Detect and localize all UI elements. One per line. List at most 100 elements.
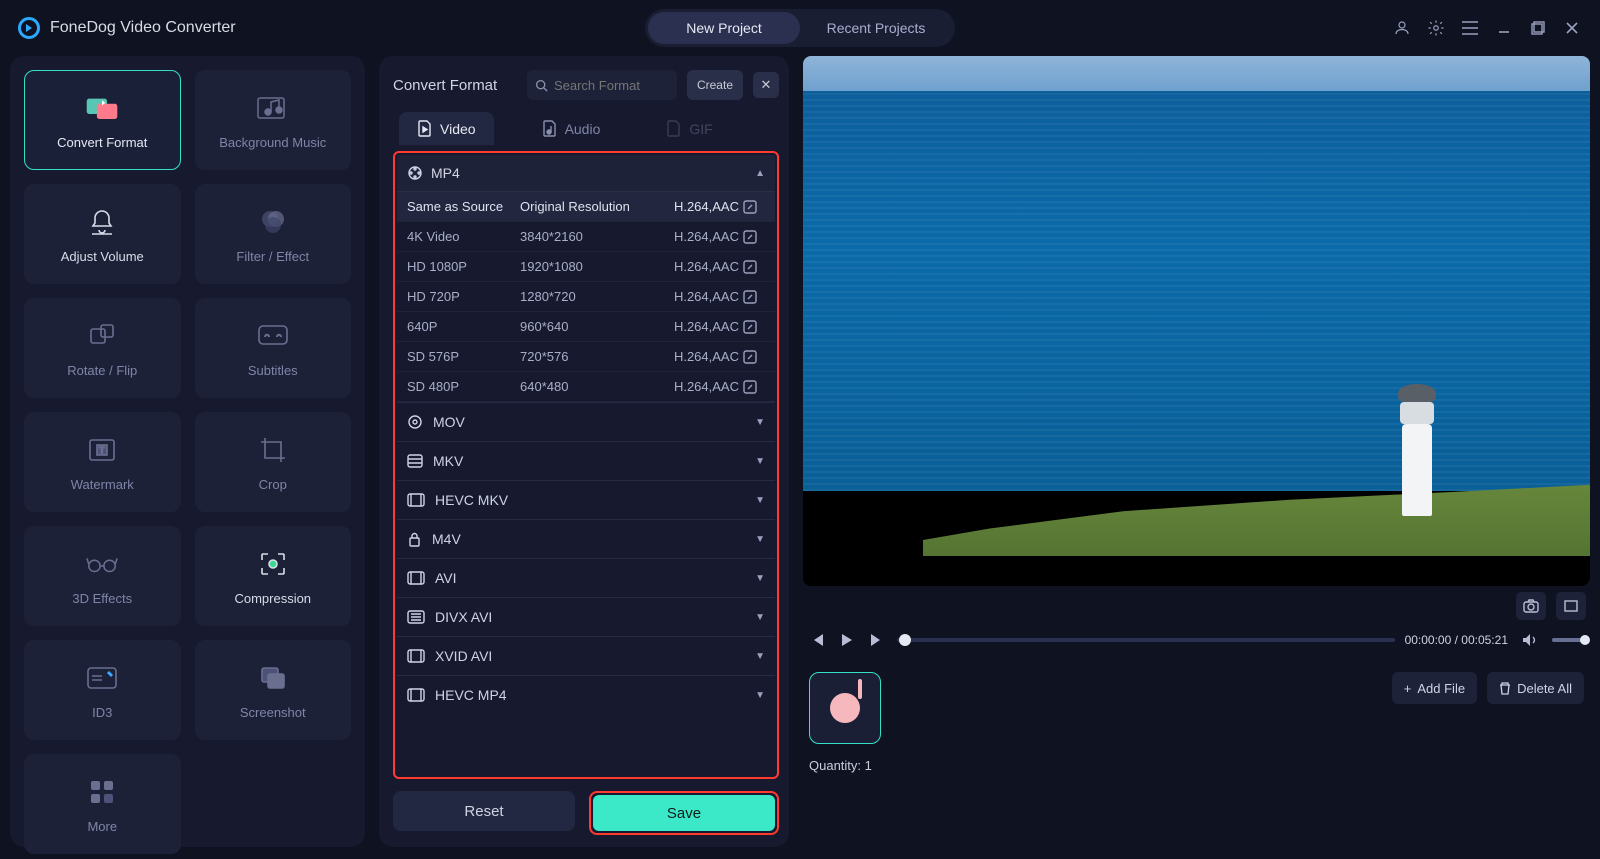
snapshot-button[interactable]	[1516, 592, 1546, 620]
format-row[interactable]: 4K Video3840*2160H.264,AAC	[397, 222, 775, 252]
search-input[interactable]	[554, 78, 669, 93]
edit-icon[interactable]	[743, 380, 765, 394]
format-group-avi[interactable]: AVI ▼	[397, 558, 775, 597]
tool-adjust-volume[interactable]: Adjust Volume	[24, 184, 181, 284]
format-group-divx-avi[interactable]: DIVX AVI▼	[397, 597, 775, 636]
format-group-mkv[interactable]: MKV▼	[397, 441, 775, 480]
save-highlight: Save	[589, 791, 779, 835]
format-row[interactable]: HD 720P1280*720H.264,AAC	[397, 282, 775, 312]
group-name: MOV	[433, 414, 465, 430]
tool-id3[interactable]: ID3	[24, 640, 181, 740]
group-name: HEVC MKV	[435, 492, 508, 508]
add-file-button[interactable]: + Add File	[1392, 672, 1477, 704]
chevron-down-icon: ▼	[755, 573, 765, 584]
format-group-hevc-mp4[interactable]: HEVC MP4▼	[397, 675, 775, 714]
volume-icon[interactable]	[1518, 633, 1542, 647]
account-icon[interactable]	[1392, 18, 1412, 38]
col-resolution: 640*480	[520, 379, 633, 394]
format-tab-gif[interactable]: GIF	[648, 112, 730, 145]
tool-more[interactable]: More	[24, 754, 181, 854]
format-tab-video[interactable]: Video	[399, 112, 494, 145]
close-window-icon[interactable]	[1562, 18, 1582, 38]
tool-convert-format[interactable]: Convert Format	[24, 70, 181, 170]
tool-compression[interactable]: Compression	[195, 526, 352, 626]
tool-label: Crop	[259, 477, 287, 492]
tool-screenshot[interactable]: Screenshot	[195, 640, 352, 740]
subtitles-icon	[256, 319, 290, 353]
format-icon	[407, 610, 425, 624]
player-bar: 00:00:00 / 00:05:21	[803, 626, 1590, 654]
format-row-header[interactable]: Same as Source Original Resolution H.264…	[397, 192, 775, 222]
format-icon	[407, 532, 422, 547]
edit-icon[interactable]	[743, 260, 765, 274]
video-preview[interactable]	[803, 56, 1590, 586]
format-row[interactable]: SD 576P720*576H.264,AAC	[397, 342, 775, 372]
fullscreen-button[interactable]	[1556, 592, 1586, 620]
format-icon	[407, 414, 423, 430]
queue-bar: + Add File Delete All	[803, 660, 1590, 744]
format-tab-audio[interactable]: Audio	[524, 112, 619, 145]
format-row[interactable]: HD 1080P1920*1080H.264,AAC	[397, 252, 775, 282]
settings-icon[interactable]	[1426, 18, 1446, 38]
screenshot-icon	[256, 661, 290, 695]
queue-thumbnail[interactable]	[809, 672, 881, 744]
titlebar: FoneDog Video Converter New Project Rece…	[0, 0, 1600, 56]
trash-icon	[1499, 682, 1511, 695]
edit-icon[interactable]	[743, 350, 765, 364]
group-name: XVID AVI	[435, 648, 492, 664]
edit-icon[interactable]	[743, 320, 765, 334]
bell-icon	[85, 205, 119, 239]
tool-panel: Convert Format Background Music Adjust V…	[10, 56, 365, 847]
tab-recent-projects[interactable]: Recent Projects	[800, 12, 952, 44]
seek-slider[interactable]	[897, 638, 1395, 642]
menu-icon[interactable]	[1460, 18, 1480, 38]
volume-slider[interactable]	[1552, 638, 1586, 642]
format-row[interactable]: SD 480P640*480H.264,AAC	[397, 372, 775, 402]
tool-rotate-flip[interactable]: Rotate / Flip	[24, 298, 181, 398]
glasses-icon	[85, 547, 119, 581]
format-group-hevc-mkv[interactable]: HEVC MKV▼	[397, 480, 775, 519]
tab-new-project[interactable]: New Project	[648, 12, 800, 44]
search-format[interactable]	[527, 70, 677, 100]
convert-icon	[85, 91, 119, 125]
tool-filter-effect[interactable]: Filter / Effect	[195, 184, 352, 284]
rotate-icon	[85, 319, 119, 353]
edit-icon[interactable]	[743, 230, 765, 244]
col-resolution: 3840*2160	[520, 229, 633, 244]
col-profile: HD 720P	[407, 289, 520, 304]
format-group-xvid-avi[interactable]: XVID AVI▼	[397, 636, 775, 675]
lighthouse-icon	[1394, 386, 1440, 516]
tool-crop[interactable]: Crop	[195, 412, 352, 512]
minimize-icon[interactable]	[1494, 18, 1514, 38]
maximize-icon[interactable]	[1528, 18, 1548, 38]
format-group-mov[interactable]: MOV▼	[397, 402, 775, 441]
next-button[interactable]	[867, 630, 887, 650]
app-title: FoneDog Video Converter	[50, 19, 236, 37]
create-button[interactable]: Create	[687, 70, 743, 100]
prev-button[interactable]	[807, 630, 827, 650]
tool-3d-effects[interactable]: 3D Effects	[24, 526, 181, 626]
watermark-icon: T	[85, 433, 119, 467]
tool-subtitles[interactable]: Subtitles	[195, 298, 352, 398]
chevron-down-icon: ▼	[755, 534, 765, 545]
format-group-mp4[interactable]: MP4 ▲	[397, 155, 775, 192]
save-button[interactable]: Save	[593, 795, 775, 831]
edit-icon[interactable]	[743, 200, 765, 214]
group-name: MP4	[431, 165, 460, 181]
close-panel-button[interactable]: ✕	[753, 72, 779, 98]
reset-button[interactable]: Reset	[393, 791, 575, 831]
play-button[interactable]	[837, 630, 857, 650]
format-icon	[407, 454, 423, 468]
edit-icon[interactable]	[743, 290, 765, 304]
tool-label: Convert Format	[57, 135, 147, 150]
more-icon	[85, 775, 119, 809]
app-logo: FoneDog Video Converter	[18, 17, 236, 39]
format-row[interactable]: 640P960*640H.264,AAC	[397, 312, 775, 342]
tab-label: Audio	[565, 121, 601, 137]
format-group-m4v[interactable]: M4V▼	[397, 519, 775, 558]
group-name: AVI	[435, 570, 457, 586]
audio-file-icon	[542, 120, 557, 137]
delete-all-button[interactable]: Delete All	[1487, 672, 1584, 704]
tool-background-music[interactable]: Background Music	[195, 70, 352, 170]
tool-watermark[interactable]: T Watermark	[24, 412, 181, 512]
